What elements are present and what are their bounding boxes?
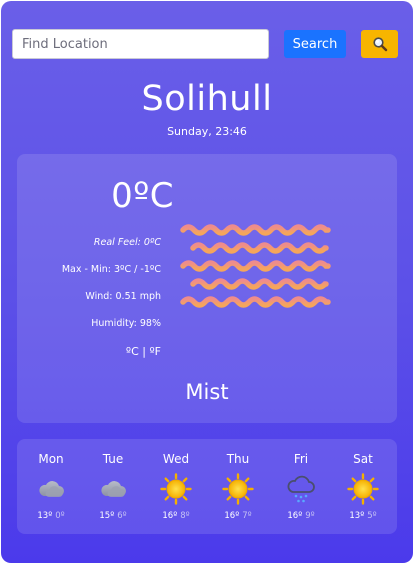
forecast-low: 6º — [117, 511, 127, 521]
current-location-button[interactable] — [361, 30, 398, 58]
max-min-temperature: Max - Min: 3ºC / -1ºC — [61, 264, 161, 275]
forecast-high: 16º — [162, 511, 178, 521]
unit-toggle: ºC | ºF — [126, 345, 161, 358]
forecast-day: Fri 16º 9º — [270, 439, 332, 534]
real-feel: Real Feel: 0ºC — [93, 237, 161, 248]
humidity: Humidity: 98% — [91, 318, 161, 329]
cloudy-icon — [101, 481, 126, 497]
forecast-day-name: Mon — [38, 452, 64, 466]
sun-icon — [222, 473, 254, 505]
forecast-temps: 13º 5º — [332, 511, 394, 521]
forecast-low: 0º — [55, 511, 65, 521]
sun-icon — [347, 473, 379, 505]
forecast-temps: 13º 0º — [20, 511, 82, 521]
magnifier-icon — [372, 37, 387, 52]
forecast-low: 9º — [305, 511, 315, 521]
current-temperature: 0ºC — [111, 176, 174, 216]
local-datetime: Sunday, 23:46 — [167, 125, 247, 138]
forecast-high: 13º — [349, 511, 365, 521]
weather-app: Search Solihull Sunday, 23:46 0ºC Real F… — [1, 1, 413, 563]
current-weather-card: 0ºC Real Feel: 0ºC Max - Min: 3ºC / -1ºC… — [17, 154, 397, 423]
forecast-day-name: Wed — [162, 452, 190, 466]
snow-cloud-icon — [287, 475, 315, 503]
celsius-toggle[interactable]: ºC — [126, 345, 139, 358]
unit-separator: | — [138, 345, 150, 358]
forecast-day-name: Fri — [293, 452, 309, 466]
forecast-day-name: Sat — [353, 452, 373, 466]
search-bar: Search — [12, 29, 398, 59]
forecast-day-name: Thu — [226, 452, 250, 466]
wind-speed: Wind: 0.51 mph — [85, 291, 161, 302]
forecast-day: Sat 13º 5º — [332, 439, 394, 534]
forecast-low: 5º — [367, 511, 377, 521]
forecast-high: 15º — [99, 511, 115, 521]
forecast-day: Thu 16º 7º — [207, 439, 269, 534]
city-name: Solihull — [141, 79, 273, 119]
forecast-day-name: Tue — [102, 452, 124, 466]
forecast-low: 8º — [180, 511, 190, 521]
mist-icon — [180, 224, 331, 308]
search-button[interactable]: Search — [284, 30, 346, 58]
forecast-temps: 16º 8º — [145, 511, 207, 521]
forecast-temps: 15º 6º — [82, 511, 144, 521]
weather-condition: Mist — [185, 380, 229, 404]
location-search-input[interactable] — [12, 29, 269, 59]
forecast-high: 13º — [37, 511, 53, 521]
forecast-high: 16º — [224, 511, 240, 521]
forecast-high: 16º — [287, 511, 303, 521]
weekly-forecast: Mon 13º 0º Tue 15º 6º Wed 16º 8º Thu 16º… — [17, 439, 397, 534]
cloudy-icon — [39, 481, 64, 497]
forecast-day: Tue 15º 6º — [82, 439, 144, 534]
sun-icon — [160, 473, 192, 505]
forecast-day: Mon 13º 0º — [20, 439, 82, 534]
forecast-temps: 16º 9º — [270, 511, 332, 521]
fahrenheit-toggle[interactable]: ºF — [149, 345, 161, 358]
forecast-day: Wed 16º 8º — [145, 439, 207, 534]
forecast-temps: 16º 7º — [207, 511, 269, 521]
forecast-low: 7º — [242, 511, 252, 521]
